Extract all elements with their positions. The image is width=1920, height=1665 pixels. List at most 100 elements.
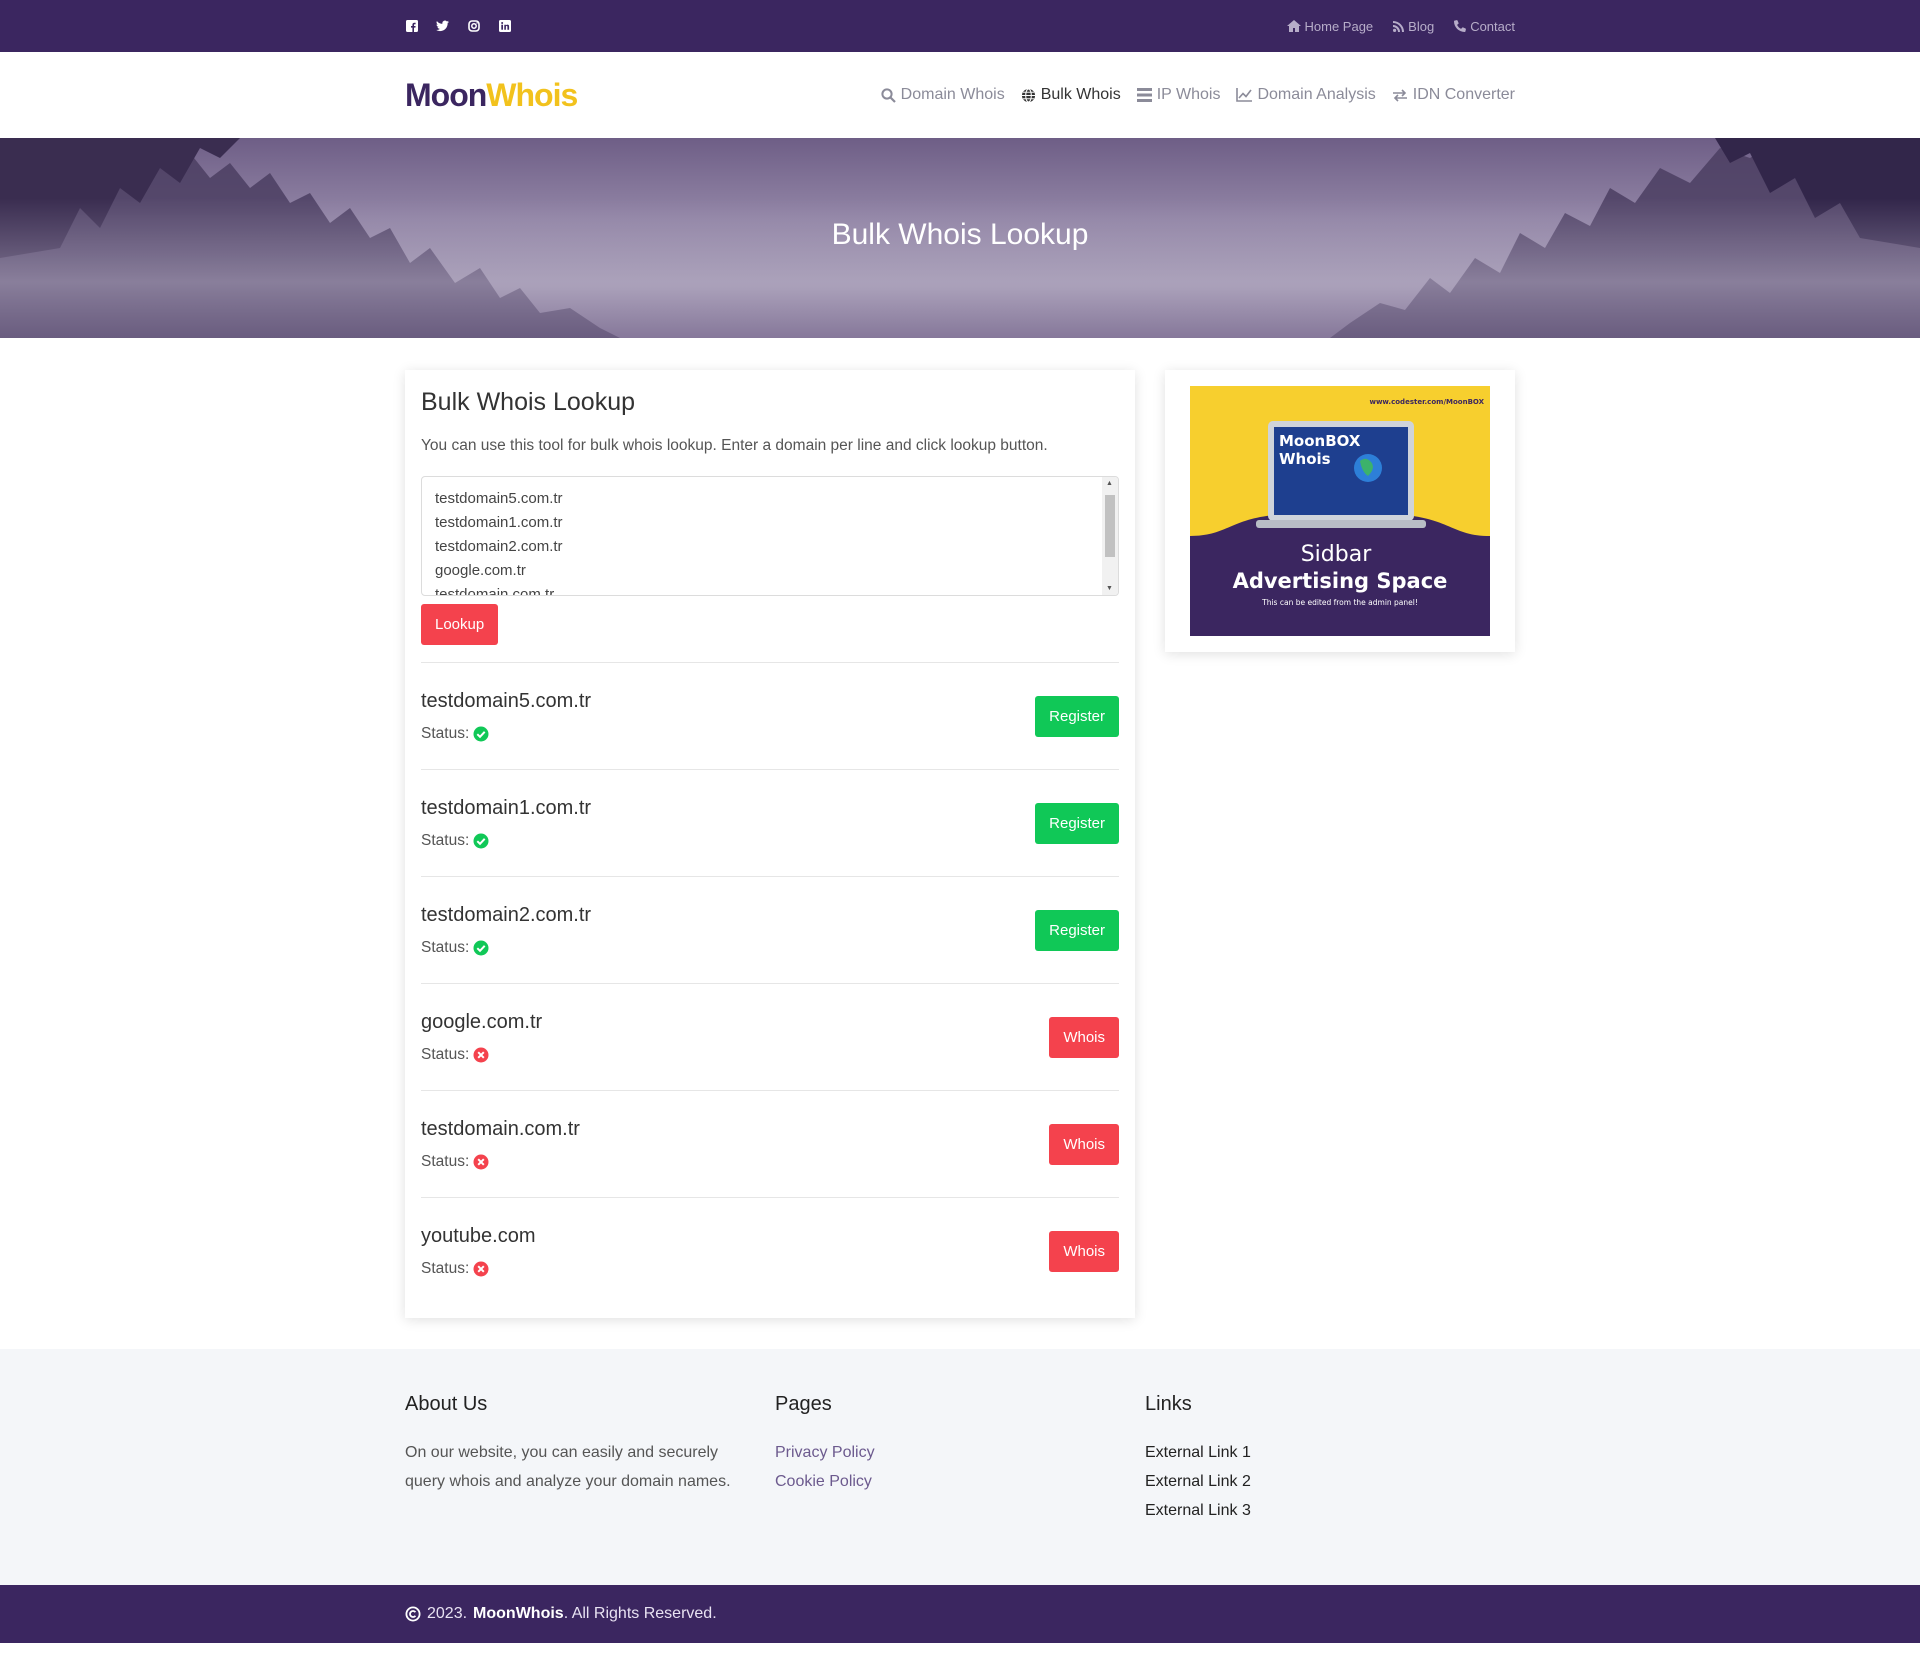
result-status: Status: [421, 1153, 580, 1171]
textarea-line: testdomain2.com.tr [435, 538, 563, 555]
textarea-line: testdomain.com.tr [435, 586, 555, 596]
textarea-content: testdomain5.com.tr testdomain1.com.tr te… [422, 477, 1118, 596]
top-link-contact[interactable]: Contact [1454, 19, 1515, 34]
textarea-scrollbar[interactable]: ▲ ▼ [1102, 477, 1118, 595]
scroll-down-icon[interactable]: ▼ [1106, 585, 1113, 592]
result-row: youtube.com Status: Whois [421, 1197, 1119, 1304]
top-link-label: Blog [1408, 18, 1435, 34]
status-label: Status: [421, 1045, 470, 1063]
phone-icon [1454, 20, 1467, 32]
main-navbar: MoonWhois Domain Whois Bulk Whois IP Who… [0, 52, 1920, 138]
footer-external-link-2[interactable]: External Link 2 [1145, 1467, 1515, 1496]
top-link-home[interactable]: Home Page [1286, 18, 1374, 34]
result-status: Status: [421, 725, 591, 743]
register-button[interactable]: Register [1035, 695, 1119, 737]
result-domain: testdomain.com.tr [421, 1117, 580, 1140]
home-icon [1286, 20, 1301, 32]
ad-line-3: This can be edited from the admin panel! [1261, 598, 1418, 607]
facebook-icon[interactable] [405, 20, 418, 33]
twitter-icon[interactable] [436, 20, 449, 33]
lookup-button[interactable]: Lookup [421, 604, 499, 645]
copyright-icon [405, 1606, 421, 1622]
footer-about-text: On our website, you can easily and secur… [405, 1444, 731, 1490]
result-row: testdomain5.com.tr Status: Register [421, 662, 1119, 769]
result-domain: youtube.com [421, 1224, 536, 1247]
top-links: Home Page Blog Contact [1286, 18, 1515, 34]
result-domain: testdomain1.com.tr [421, 796, 592, 819]
sidebar: MoonBOX Whois www.codester.com/MoonBOX S… [1165, 370, 1515, 652]
status-label: Status: [421, 831, 470, 849]
footer-pages-title: Pages [775, 1393, 832, 1415]
whois-button[interactable]: Whois [1049, 1230, 1119, 1272]
copyright-year: 2023. [427, 1605, 468, 1622]
copyright-suffix: . All Rights Reserved. [563, 1605, 717, 1622]
result-row: testdomain2.com.tr Status: Register [421, 876, 1119, 983]
top-link-label: Home Page [1304, 18, 1374, 34]
footer-links-title: Links [1145, 1393, 1192, 1415]
copyright-bar: 2023. MoonWhois. All Rights Reserved. [0, 1585, 1920, 1643]
hero-banner: Bulk Whois Lookup [0, 138, 1920, 338]
register-button[interactable]: Register [1035, 802, 1119, 844]
register-button[interactable]: Register [1035, 909, 1119, 951]
result-domain: google.com.tr [421, 1010, 543, 1033]
nav-domain-whois[interactable]: Domain Whois [881, 86, 1005, 104]
footer-link-cookie-policy[interactable]: Cookie Policy [775, 1467, 1145, 1496]
textarea-line: google.com.tr [435, 562, 526, 579]
sidebar-advertisement[interactable]: MoonBOX Whois www.codester.com/MoonBOX S… [1190, 386, 1490, 636]
nav-label: IP Whois [1156, 86, 1221, 103]
result-status: Status: [421, 832, 591, 850]
result-status: Status: [421, 939, 591, 957]
scroll-up-icon[interactable]: ▲ [1106, 480, 1113, 487]
main-content: Bulk Whois Lookup You can use this tool … [0, 338, 1920, 1349]
rss-icon [1393, 20, 1405, 32]
nav-domain-analysis[interactable]: Domain Analysis [1236, 86, 1376, 104]
result-domain: testdomain5.com.tr [421, 689, 592, 712]
top-link-label: Contact [1470, 18, 1515, 34]
nav-label: Domain Whois [900, 86, 1005, 103]
times-circle-icon [473, 1154, 489, 1169]
search-icon [881, 87, 896, 103]
bulk-whois-card: Bulk Whois Lookup You can use this tool … [405, 370, 1135, 1318]
hero-title: Bulk Whois Lookup [831, 218, 1089, 251]
result-domain: testdomain2.com.tr [421, 903, 592, 926]
domains-textarea[interactable]: testdomain5.com.tr testdomain1.com.tr te… [421, 476, 1119, 596]
nav-label: Domain Analysis [1257, 86, 1376, 103]
result-row: google.com.tr Status: Whois [421, 983, 1119, 1090]
check-circle-icon [473, 726, 489, 741]
scrollbar-thumb[interactable] [1105, 495, 1115, 557]
ad-laptop-line-2: Whois [1279, 450, 1331, 468]
linkedin-icon[interactable] [498, 20, 511, 33]
logo-part-1: Moon [405, 76, 487, 113]
main-menu: Domain Whois Bulk Whois IP Whois Domain … [881, 86, 1515, 104]
top-link-blog[interactable]: Blog [1393, 19, 1434, 34]
footer-link-privacy-policy[interactable]: Privacy Policy [775, 1438, 1145, 1467]
whois-button[interactable]: Whois [1049, 1123, 1119, 1165]
exchange-icon [1392, 88, 1407, 102]
logo-part-2: Whois [486, 76, 578, 113]
check-circle-icon [473, 833, 489, 848]
nav-bulk-whois[interactable]: Bulk Whois [1021, 86, 1121, 104]
result-status: Status: [421, 1260, 536, 1278]
footer-about: About Us On our website, you can easily … [405, 1393, 775, 1525]
times-circle-icon [473, 1047, 489, 1062]
instagram-icon[interactable] [467, 20, 480, 33]
textarea-line: testdomain1.com.tr [435, 514, 563, 531]
status-label: Status: [421, 1152, 470, 1170]
result-row: testdomain1.com.tr Status: Register [421, 769, 1119, 876]
advertisement-banner-image: MoonBOX Whois www.codester.com/MoonBOX S… [1190, 386, 1490, 636]
nav-ip-whois[interactable]: IP Whois [1136, 86, 1221, 104]
line-chart-icon [1236, 88, 1253, 102]
status-label: Status: [421, 938, 470, 956]
check-circle-icon [473, 940, 489, 955]
globe-icon [1021, 87, 1035, 103]
times-circle-icon [473, 1261, 489, 1276]
server-icon [1136, 88, 1152, 102]
footer-external-link-1[interactable]: External Link 1 [1145, 1438, 1515, 1467]
status-label: Status: [421, 724, 470, 742]
footer-external-link-3[interactable]: External Link 3 [1145, 1496, 1515, 1525]
whois-button[interactable]: Whois [1049, 1016, 1119, 1058]
site-logo[interactable]: MoonWhois [405, 76, 578, 114]
social-links [405, 20, 511, 33]
nav-idn-converter[interactable]: IDN Converter [1392, 86, 1515, 104]
ad-url: www.codester.com/MoonBOX [1369, 398, 1484, 406]
